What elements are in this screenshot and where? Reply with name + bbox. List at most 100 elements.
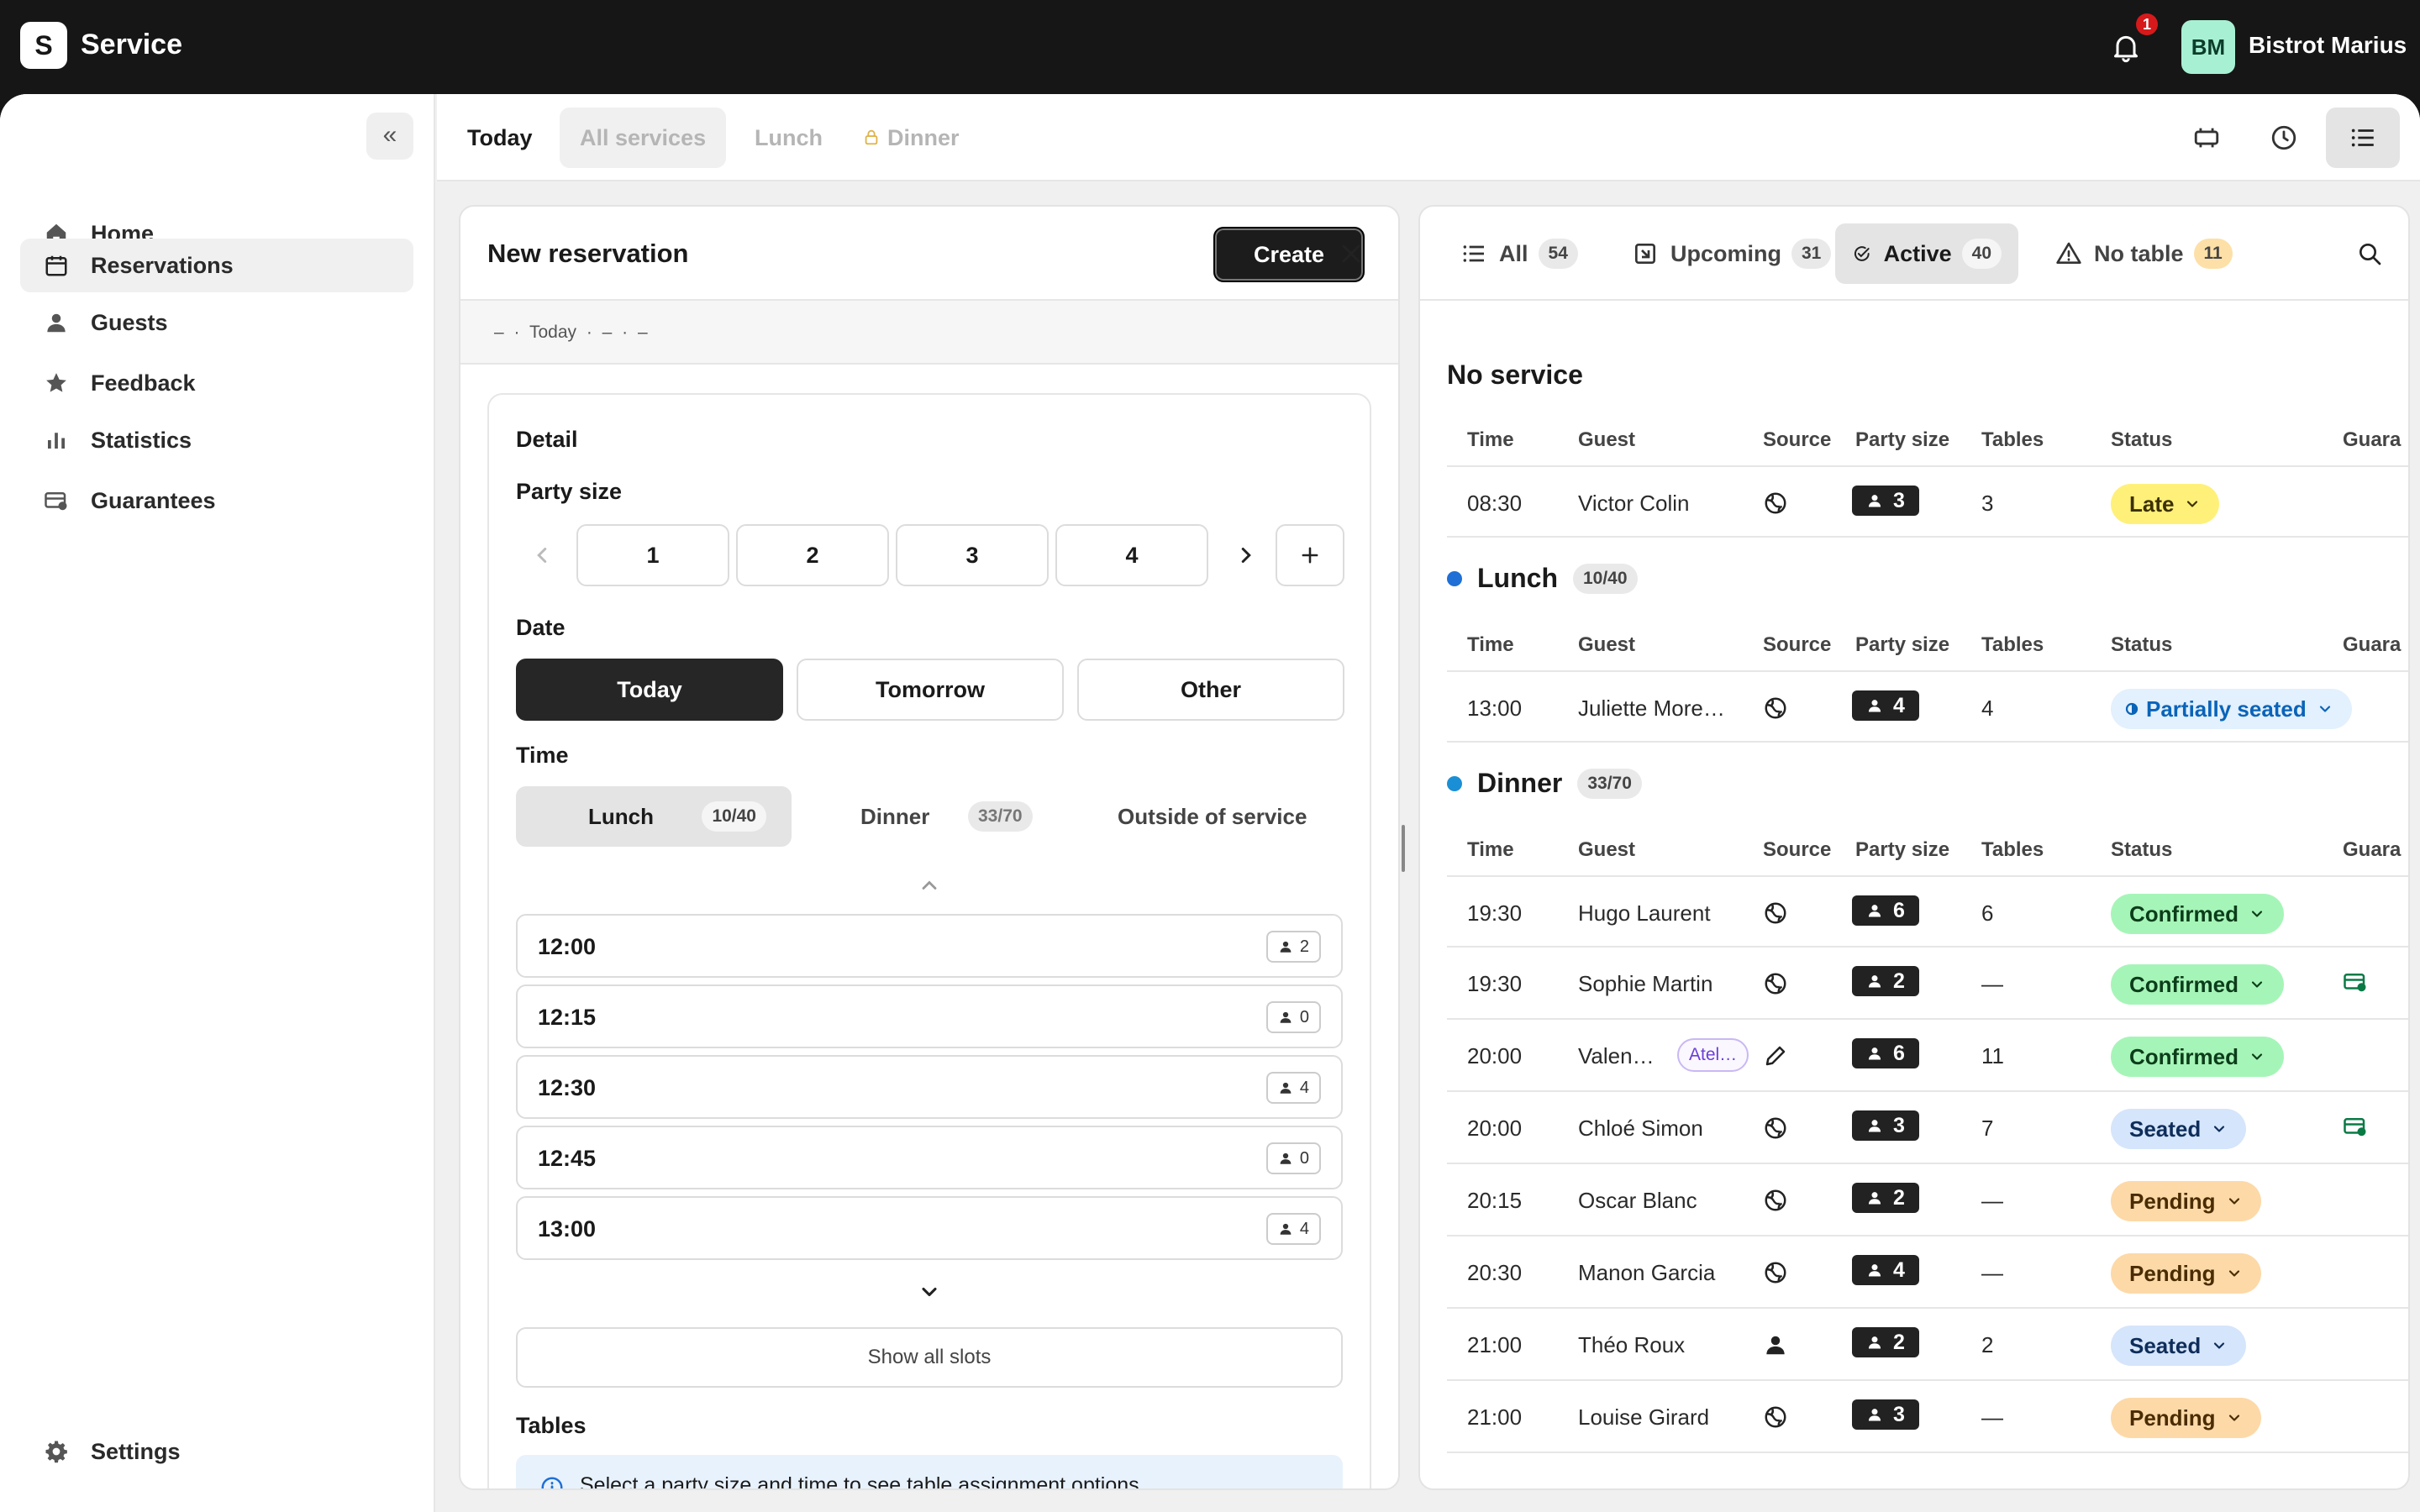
- col-time[interactable]: Time: [1467, 838, 1514, 862]
- chevron-left-icon[interactable]: [529, 543, 555, 568]
- chevron-down-icon[interactable]: [918, 1280, 941, 1304]
- timeline-button[interactable]: [2247, 108, 2321, 168]
- avatar[interactable]: BM: [2181, 20, 2235, 74]
- time-slot[interactable]: 12:30 4: [516, 1055, 1343, 1119]
- sidebar-item-statistics[interactable]: Statistics: [20, 413, 413, 467]
- filter-tab-upcoming[interactable]: Upcoming 31: [1615, 223, 1848, 284]
- time-slot[interactable]: 12:15 0: [516, 984, 1343, 1048]
- table-row[interactable]: 19:30 Sophie Martin 2 — Confirmed: [1447, 948, 2408, 1020]
- col-party[interactable]: Party size: [1855, 428, 1949, 452]
- time-slot[interactable]: 13:00 4: [516, 1196, 1343, 1260]
- upcoming-icon: [1635, 244, 1655, 264]
- tab-all-services[interactable]: All services: [560, 108, 727, 168]
- status-badge[interactable]: Confirmed: [2111, 964, 2284, 1005]
- tab-dinner[interactable]: Dinner: [839, 108, 980, 168]
- col-guest[interactable]: Guest: [1578, 633, 1635, 657]
- table-row[interactable]: 20:00 Valen… Atel… 6 11 Confirmed: [1447, 1020, 2408, 1092]
- col-time[interactable]: Time: [1467, 428, 1514, 452]
- col-tables[interactable]: Tables: [1981, 838, 2044, 862]
- time-slot[interactable]: 12:45 0: [516, 1126, 1343, 1189]
- chevron-up-icon[interactable]: [918, 874, 941, 897]
- col-guarantee[interactable]: Guara: [2343, 838, 2401, 862]
- status-badge[interactable]: Confirmed: [2111, 894, 2284, 934]
- col-tables[interactable]: Tables: [1981, 428, 2044, 452]
- date-tomorrow-button[interactable]: Tomorrow: [797, 659, 1064, 721]
- table-row[interactable]: 13:00 Juliette More… 4 4 Partially seate…: [1447, 670, 2408, 743]
- filter-tab-active[interactable]: Active 40: [1835, 223, 2018, 284]
- person-icon: [1278, 1010, 1293, 1025]
- tab-today[interactable]: Today: [447, 108, 553, 168]
- party-size-option[interactable]: 3: [896, 524, 1049, 586]
- col-status[interactable]: Status: [2111, 633, 2172, 657]
- panel-resize-handle[interactable]: [1402, 825, 1405, 872]
- app-logo[interactable]: S: [20, 22, 67, 69]
- status-badge[interactable]: Confirmed: [2111, 1037, 2284, 1077]
- close-icon[interactable]: [1336, 239, 1366, 269]
- bell-icon[interactable]: [2109, 30, 2143, 64]
- table-row[interactable]: 20:30 Manon Garcia 4 — Pending: [1447, 1236, 2408, 1309]
- user-name[interactable]: Bistrot Marius: [2249, 32, 2407, 59]
- guarantee-card-icon: [2343, 1114, 2368, 1139]
- sidebar-item-guests[interactable]: Guests: [20, 296, 413, 349]
- service-dinner-tab[interactable]: Dinner 33/70: [822, 786, 1074, 847]
- column-headers: Time Guest Source Party size Tables Stat…: [1447, 428, 2408, 465]
- show-all-slots-button[interactable]: Show all slots: [516, 1327, 1343, 1388]
- list-view-button[interactable]: [2326, 108, 2400, 168]
- col-time[interactable]: Time: [1467, 633, 1514, 657]
- party-size-option[interactable]: 4: [1055, 524, 1208, 586]
- col-status[interactable]: Status: [2111, 838, 2172, 862]
- floor-plan-button[interactable]: [2170, 108, 2244, 168]
- status-badge[interactable]: Pending: [2111, 1398, 2261, 1438]
- party-size-add-button[interactable]: [1276, 524, 1344, 586]
- filter-tab-label: Active: [1883, 240, 1952, 266]
- sidebar-item-settings[interactable]: Settings: [20, 1425, 413, 1478]
- sidebar-item-guarantees[interactable]: Guarantees: [20, 474, 413, 528]
- date-today-button[interactable]: Today: [516, 659, 783, 721]
- col-source[interactable]: Source: [1763, 838, 1831, 862]
- col-source[interactable]: Source: [1763, 428, 1831, 452]
- time-slot[interactable]: 12:00 2: [516, 914, 1343, 978]
- col-tables[interactable]: Tables: [1981, 633, 2044, 657]
- party-size-badge: 3: [1852, 1399, 1919, 1430]
- table-row[interactable]: 20:15 Oscar Blanc 2 — Pending: [1447, 1164, 2408, 1236]
- filter-tab-all[interactable]: All 54: [1444, 223, 1595, 284]
- tab-lunch[interactable]: Lunch: [734, 108, 843, 168]
- col-party[interactable]: Party size: [1855, 633, 1949, 657]
- service-outside-tab[interactable]: Outside of service: [1118, 786, 1336, 847]
- col-source[interactable]: Source: [1763, 633, 1831, 657]
- chevron-right-icon[interactable]: [1234, 543, 1259, 568]
- table-row[interactable]: 20:00 Chloé Simon 3 7 Seated: [1447, 1092, 2408, 1164]
- search-icon[interactable]: [2356, 240, 2383, 267]
- warning-icon: [2056, 242, 2081, 264]
- collapse-sidebar-button[interactable]: «: [366, 113, 413, 160]
- party-size-option[interactable]: 2: [736, 524, 889, 586]
- status-badge[interactable]: Partially seated: [2111, 689, 2352, 729]
- party-size-option[interactable]: 1: [576, 524, 729, 586]
- sidebar-item-reservations[interactable]: Reservations: [20, 239, 413, 292]
- col-status[interactable]: Status: [2111, 428, 2172, 452]
- table-row[interactable]: 21:00 Louise Girard 3 — Pending: [1447, 1381, 2408, 1453]
- globe-icon: [1763, 1260, 1788, 1285]
- table-row[interactable]: 19:30 Hugo Laurent 6 6 Confirmed: [1447, 875, 2408, 948]
- status-badge[interactable]: Seated: [2111, 1109, 2247, 1149]
- status-badge[interactable]: Late: [2111, 484, 2220, 524]
- col-guest[interactable]: Guest: [1578, 428, 1635, 452]
- status-badge[interactable]: Seated: [2111, 1326, 2247, 1366]
- reservations-list-panel: All 54 Upcoming 31 Active 40 No table 11: [1418, 205, 2410, 1490]
- col-guarantee[interactable]: Guara: [2343, 428, 2401, 452]
- table-row[interactable]: 21:00 Théo Roux 2 2 Seated: [1447, 1309, 2408, 1381]
- service-lunch-tab[interactable]: Lunch 10/40: [516, 786, 792, 847]
- date-other-button[interactable]: Other: [1077, 659, 1344, 721]
- col-party[interactable]: Party size: [1855, 838, 1949, 862]
- table-row[interactable]: 08:30 Victor Colin 3 3 Late: [1447, 465, 2408, 538]
- chevron-down-icon: [2226, 1410, 2243, 1426]
- slot-count: 0: [1265, 1142, 1321, 1174]
- sidebar-item-feedback[interactable]: Feedback: [20, 356, 413, 410]
- status-badge[interactable]: Pending: [2111, 1253, 2261, 1294]
- filter-tab-no-table[interactable]: No table 11: [2039, 223, 2249, 284]
- globe-icon: [1763, 971, 1788, 996]
- col-guarantee[interactable]: Guara: [2343, 633, 2401, 657]
- status-badge[interactable]: Pending: [2111, 1181, 2261, 1221]
- sidebar: « Home Reservations Guests Feedback Stat…: [0, 94, 435, 1512]
- col-guest[interactable]: Guest: [1578, 838, 1635, 862]
